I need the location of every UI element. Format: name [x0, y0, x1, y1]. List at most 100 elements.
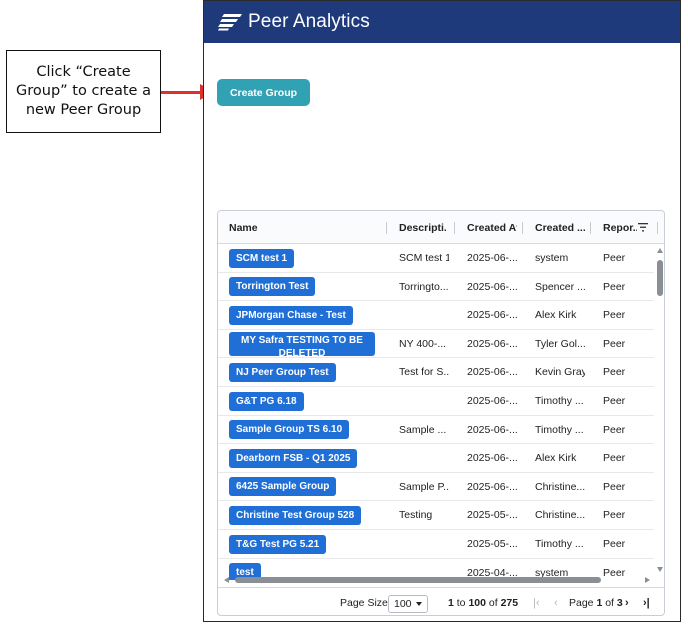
- table-row[interactable]: T&G Test PG 5.21 2025-05-... Timothy ... Pe…: [218, 530, 654, 559]
- vertical-scroll-thumb[interactable]: [657, 260, 663, 296]
- range-of-word: of: [488, 597, 498, 609]
- cell-name: T&G Test PG 5.21: [229, 530, 394, 558]
- cell-description: [399, 301, 449, 329]
- cell-report: Peer: [603, 280, 626, 293]
- page-size-select[interactable]: 100: [388, 595, 428, 613]
- app-title: Peer Analytics: [248, 11, 370, 32]
- group-name-button[interactable]: Christine Test Group 528: [229, 505, 362, 525]
- range-to-word: to: [456, 597, 466, 609]
- app-header: Peer Analytics: [204, 1, 680, 43]
- cell-created-by: Spencer ...: [535, 280, 585, 293]
- column-header-description[interactable]: Descripti...: [399, 211, 446, 244]
- create-group-button[interactable]: Create Group: [217, 79, 310, 106]
- cell-report: Peer: [603, 480, 626, 493]
- page-word: Page: [569, 597, 594, 609]
- table-row[interactable]: Sample Group TS 6.10 Sample ... 2025-06-..…: [218, 416, 654, 445]
- grid-body: SCM test 1 SCM test 1 2025-06-... system Pee…: [218, 244, 664, 580]
- group-name-button[interactable]: G&T PG 6.18: [229, 391, 304, 411]
- cell-created-at: 2025-06-...: [467, 309, 517, 322]
- cell-created-by: Timothy ...: [535, 423, 584, 436]
- horizontal-scrollbar[interactable]: [218, 573, 654, 585]
- cell-created-at: 2025-06-...: [467, 280, 517, 293]
- cell-name: NJ Peer Group Test: [229, 358, 394, 386]
- last-page-icon[interactable]: ›|: [643, 588, 650, 615]
- cell-created-at: 2025-06-...: [467, 366, 517, 379]
- group-name-button[interactable]: Sample Group TS 6.10: [229, 420, 350, 440]
- cell-name: Torrington Test: [229, 273, 394, 301]
- column-header-report[interactable]: Repor...: [603, 211, 637, 244]
- cell-description: Sample ...: [399, 423, 447, 436]
- scroll-right-icon[interactable]: [645, 577, 650, 583]
- scroll-up-icon[interactable]: [657, 248, 663, 253]
- page-of-word: of: [605, 597, 614, 609]
- cell-created-at: 2025-06-...: [467, 252, 517, 264]
- filter-icon[interactable]: [638, 223, 648, 232]
- table-row[interactable]: SCM test 1 SCM test 1 2025-06-... system Pee…: [218, 244, 654, 273]
- table-row[interactable]: 6425 Sample Group Sample P... 2025-06-... C…: [218, 473, 654, 502]
- cell-created-by: Christine...: [535, 480, 585, 493]
- annotation-arrow-line: [161, 91, 203, 94]
- cell-report: Peer: [603, 309, 626, 322]
- caret-down-icon: [415, 602, 422, 606]
- page-size-label: Page Size:: [340, 597, 391, 609]
- cell-name: MY Safra TESTING TO BE DELETED: [229, 330, 394, 358]
- cell-description: Sample P...: [399, 480, 449, 493]
- total-pages: 3: [616, 597, 623, 609]
- cell-created-by: Timothy ...: [535, 395, 584, 407]
- group-name-button[interactable]: MY Safra TESTING TO BE DELETED: [229, 331, 375, 356]
- table-row[interactable]: JPMorgan Chase - Test 2025-06-... Alex Kir…: [218, 301, 654, 330]
- cell-created-at: 2025-06-...: [467, 480, 517, 493]
- table-row[interactable]: Christine Test Group 528 Testing 2025-05-.…: [218, 501, 654, 530]
- group-name-button[interactable]: NJ Peer Group Test: [229, 362, 336, 382]
- table-row[interactable]: Torrington Test Torringto... 2025-06-... Sp…: [218, 273, 654, 302]
- cell-report: Peer: [603, 366, 626, 379]
- table-row[interactable]: Dearborn FSB - Q1 2025 2025-06-... Alex Ki…: [218, 444, 654, 473]
- horizontal-scroll-thumb[interactable]: [235, 577, 601, 583]
- column-header-created-by[interactable]: Created ...: [535, 211, 585, 244]
- scroll-down-icon[interactable]: [657, 567, 663, 572]
- peer-analytics-logo-icon: [218, 14, 242, 31]
- cell-created-at: 2025-06-...: [467, 337, 517, 350]
- cell-created-at: 2025-05-...: [467, 538, 517, 550]
- previous-page-icon[interactable]: ‹: [554, 588, 558, 615]
- next-page-icon[interactable]: ›: [625, 588, 629, 615]
- group-name-button[interactable]: T&G Test PG 5.21: [229, 534, 327, 554]
- column-separator[interactable]: [522, 222, 523, 234]
- group-name-button[interactable]: SCM test 1: [229, 248, 295, 268]
- cell-description: NY 400-...: [399, 337, 447, 350]
- column-separator[interactable]: [454, 222, 455, 234]
- cell-report: Peer: [603, 395, 626, 407]
- group-name-button[interactable]: 6425 Sample Group: [229, 477, 337, 497]
- cell-report: Peer: [603, 252, 626, 264]
- cell-report: Peer: [603, 423, 626, 436]
- vertical-scrollbar[interactable]: [654, 244, 664, 580]
- current-page: 1: [596, 597, 603, 609]
- cell-description: Testing: [399, 509, 433, 522]
- cell-description: Torringto...: [399, 280, 449, 293]
- column-separator[interactable]: [590, 222, 591, 234]
- cell-created-by: Timothy ...: [535, 538, 584, 550]
- range-total: 275: [500, 597, 519, 609]
- cell-description: SCM test 1: [399, 252, 449, 264]
- column-separator[interactable]: [386, 222, 387, 234]
- group-name-button[interactable]: Torrington Test: [229, 277, 316, 297]
- table-row[interactable]: MY Safra TESTING TO BE DELETED NY 400-...…: [218, 330, 654, 359]
- cell-report: Peer: [603, 337, 626, 350]
- table-row[interactable]: G&T PG 6.18 2025-06-... Timothy ... Peer: [218, 387, 654, 416]
- group-name-button[interactable]: Dearborn FSB - Q1 2025: [229, 448, 358, 468]
- annotation-text: Click “Create Group” to create a new Pee…: [16, 64, 151, 118]
- column-header-created-at[interactable]: Created At: [467, 211, 517, 244]
- cell-name: Dearborn FSB - Q1 2025: [229, 444, 394, 472]
- cell-created-at: 2025-06-...: [467, 395, 517, 407]
- scroll-left-icon[interactable]: [224, 577, 229, 583]
- table-row[interactable]: NJ Peer Group Test Test for S... 2025-06-.…: [218, 358, 654, 387]
- pagination-bar: Page Size: 100 1 to 100 of 275 |‹ ‹ Page…: [218, 587, 664, 615]
- cell-report: Peer: [603, 452, 626, 465]
- cell-created-by: Alex Kirk: [535, 452, 577, 465]
- group-name-button[interactable]: JPMorgan Chase - Test: [229, 305, 353, 325]
- cell-description: [399, 444, 449, 472]
- column-header-name[interactable]: Name: [229, 211, 379, 244]
- cell-name: JPMorgan Chase - Test: [229, 301, 394, 329]
- first-page-icon[interactable]: |‹: [533, 588, 540, 615]
- page-indicator: Page 1 of 3: [569, 588, 623, 615]
